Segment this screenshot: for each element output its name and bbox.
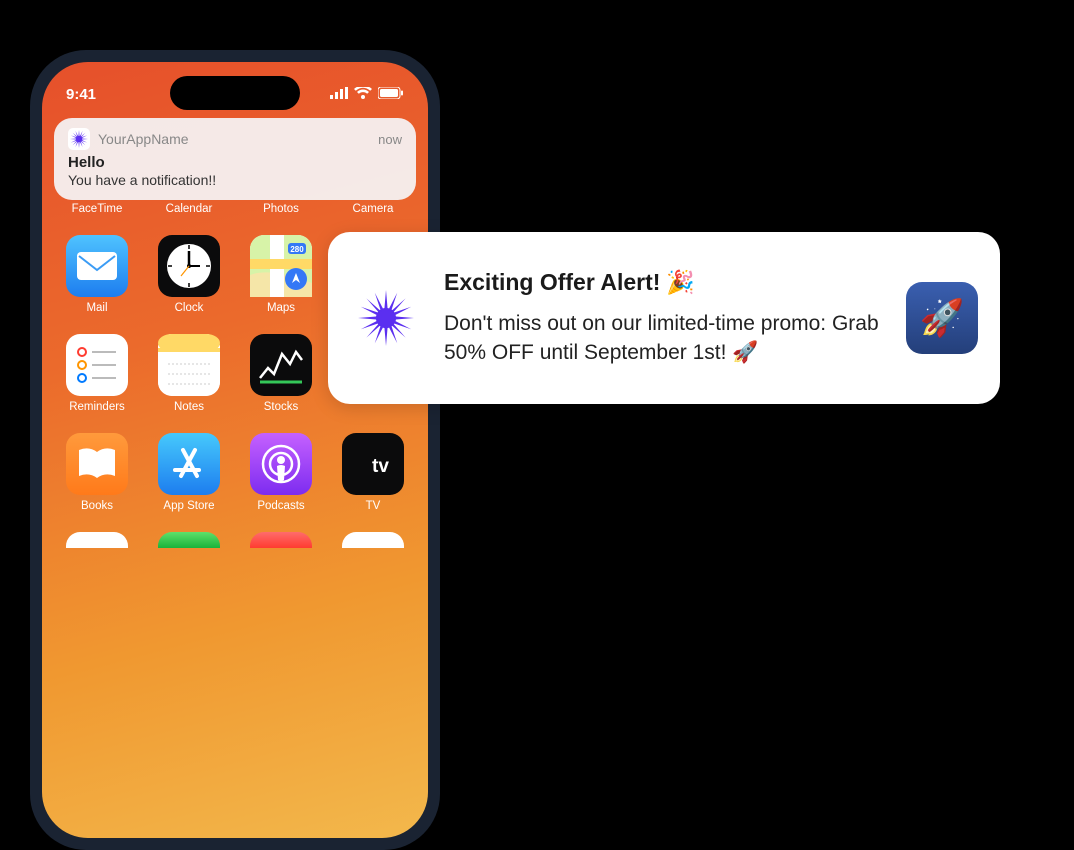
app-label: App Store [163,500,214,512]
app-label: Notes [174,401,204,413]
app-calendar[interactable]: Calendar [148,198,230,215]
notification-title: Hello [68,154,402,171]
app-clock[interactable]: Clock [148,235,230,314]
notification-app-name: YourAppName [98,131,370,147]
app-notes[interactable]: Notes [148,334,230,413]
app-mail[interactable]: Mail [56,235,138,314]
app-maps[interactable]: 280 Maps [240,235,322,314]
app-label: Camera [353,203,394,215]
tv-icon: tv [342,433,404,495]
app-appstore[interactable]: App Store [148,433,230,512]
mail-icon [66,235,128,297]
app-partial-4[interactable] [332,532,414,548]
app-label: Photos [263,203,299,215]
app-label: Books [81,500,113,512]
promo-body: Don't miss out on our limited-time promo… [444,310,884,367]
maps-icon: 280 [250,235,312,297]
svg-text:tv: tv [372,456,389,477]
app-label: Stocks [264,401,299,413]
app-label: FaceTime [72,203,123,215]
app-label: Clock [175,302,204,314]
notification-app-icon [68,128,90,150]
app-tv[interactable]: tv TV [332,433,414,512]
app-label: TV [366,500,381,512]
app-label: Reminders [69,401,125,413]
promo-notification-card[interactable]: Exciting Offer Alert! 🎉 Don't miss out o… [328,232,1000,404]
starburst-icon [70,130,88,148]
cellular-icon [330,86,348,103]
appstore-icon [158,433,220,495]
reminders-icon [66,334,128,396]
app-partial-1[interactable] [56,532,138,548]
app-label: Calendar [166,203,213,215]
notes-icon [158,334,220,396]
promo-title: Exciting Offer Alert! [444,269,660,296]
dynamic-island [170,76,300,110]
app-podcasts[interactable]: Podcasts [240,433,322,512]
notification-body: You have a notification!! [68,172,402,188]
app-partial-3[interactable] [240,532,322,548]
stocks-icon [250,334,312,396]
starburst-icon [358,290,414,346]
wifi-icon [354,86,372,103]
phone-screen: 9:41 YourAppName [42,62,428,838]
app-reminders[interactable]: Reminders [56,334,138,413]
app-photos[interactable]: Photos [240,198,322,215]
podcasts-icon [250,433,312,495]
clock-icon [158,235,220,297]
app-label: Podcasts [257,500,304,512]
app-partial-2[interactable] [148,532,230,548]
status-time: 9:41 [66,86,96,103]
phone-frame: 9:41 YourAppName [30,50,440,850]
svg-text:280: 280 [290,245,304,254]
app-books[interactable]: Books [56,433,138,512]
app-stocks[interactable]: Stocks [240,334,322,413]
app-camera[interactable]: Camera [332,198,414,215]
party-popper-icon: 🎉 [666,269,695,296]
app-label: Maps [267,302,295,314]
battery-icon [378,86,404,103]
notification-banner[interactable]: YourAppName now Hello You have a notific… [54,118,416,200]
app-facetime[interactable]: FaceTime [56,198,138,215]
notification-time: now [378,132,402,147]
promo-image-icon: 🚀 [906,282,978,354]
books-icon [66,433,128,495]
app-label: Mail [86,302,107,314]
